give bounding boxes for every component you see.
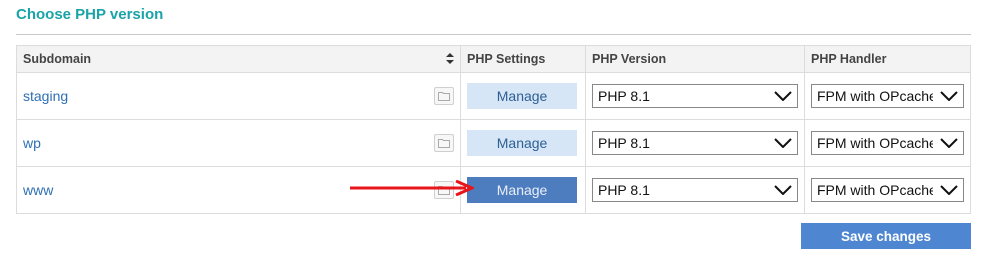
php-version-value: PHP 8.1 [597, 88, 650, 104]
php-handler-value: FPM with OPcache [816, 88, 933, 104]
table-header-row: Subdomain PHP Settings PHP Version PHP H… [15, 45, 972, 73]
php-version-select-wp[interactable]: PHP 8.1 [591, 131, 798, 155]
manage-button-staging[interactable]: Manage [467, 83, 578, 109]
subdomain-link-staging[interactable]: staging [23, 88, 68, 104]
table-row: www Manage PHP 8.1 FPM with OPcache [15, 166, 972, 214]
page-title: Choose PHP version [16, 6, 164, 23]
title-divider [16, 34, 971, 35]
cell-version: PHP 8.1 [584, 119, 805, 167]
chevron-down-icon [940, 182, 958, 198]
header-subdomain[interactable]: Subdomain [15, 45, 462, 73]
header-php-settings: PHP Settings [460, 45, 586, 73]
cell-version: PHP 8.1 [584, 166, 805, 214]
table-row: wp Manage PHP 8.1 FPM with OPcache [15, 119, 972, 167]
save-changes-button[interactable]: Save changes [801, 223, 971, 249]
chevron-down-icon [774, 182, 792, 198]
php-version-value: PHP 8.1 [597, 135, 650, 151]
cell-settings: Manage [460, 119, 586, 167]
php-version-table: Subdomain PHP Settings PHP Version PHP H… [15, 45, 972, 214]
manage-button-www[interactable]: Manage [467, 177, 578, 203]
sort-icon[interactable] [446, 52, 455, 66]
cell-settings: Manage [460, 72, 586, 120]
red-arrow-icon [350, 179, 476, 201]
cell-settings: Manage [460, 166, 586, 214]
header-subdomain-label: Subdomain [23, 52, 92, 66]
cell-subdomain: wp [15, 119, 462, 167]
cell-version: PHP 8.1 [584, 72, 805, 120]
table-row: staging Manage PHP 8.1 FPM with OPcache [15, 72, 972, 120]
cell-subdomain: staging [15, 72, 462, 120]
php-handler-select-wp[interactable]: FPM with OPcache [810, 131, 964, 155]
php-handler-value: FPM with OPcache [816, 135, 933, 151]
cell-handler: FPM with OPcache [803, 72, 972, 120]
chevron-down-icon [940, 88, 958, 104]
cell-handler: FPM with OPcache [803, 166, 972, 214]
php-handler-select-www[interactable]: FPM with OPcache [810, 178, 964, 202]
php-handler-value: FPM with OPcache [816, 182, 933, 198]
subdomain-link-www[interactable]: www [23, 182, 53, 198]
subdomain-link-wp[interactable]: wp [23, 135, 41, 151]
php-version-value: PHP 8.1 [597, 182, 650, 198]
manage-button-wp[interactable]: Manage [467, 130, 578, 156]
php-version-select-www[interactable]: PHP 8.1 [591, 178, 798, 202]
folder-icon[interactable] [434, 87, 455, 105]
chevron-down-icon [940, 135, 958, 151]
cell-handler: FPM with OPcache [803, 119, 972, 167]
folder-icon[interactable] [434, 134, 455, 152]
header-php-handler: PHP Handler [803, 45, 972, 73]
php-handler-select-staging[interactable]: FPM with OPcache [810, 84, 964, 108]
chevron-down-icon [774, 88, 792, 104]
header-php-version: PHP Version [584, 45, 805, 73]
chevron-down-icon [774, 135, 792, 151]
php-version-select-staging[interactable]: PHP 8.1 [591, 84, 798, 108]
